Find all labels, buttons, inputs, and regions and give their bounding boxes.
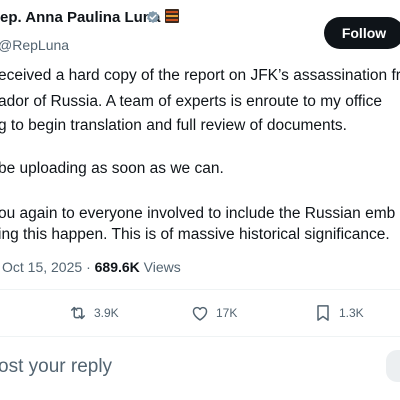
views-label: Views <box>143 259 181 275</box>
tweet-date[interactable]: Oct 15, 2025 <box>2 259 82 275</box>
tweet-text-line: eceived a hard copy of the report on JFK… <box>0 67 400 84</box>
like-button[interactable]: 17K <box>190 302 237 324</box>
follow-button[interactable]: Follow <box>324 17 400 49</box>
tweet-text-line: ador of Russia. A team of experts is enr… <box>0 93 382 110</box>
heart-icon <box>192 306 208 321</box>
tweet-text-line: ou again to everyone involved to include… <box>0 205 396 222</box>
flag-emoji-icon <box>165 9 179 23</box>
views-count[interactable]: 689.6K <box>95 259 140 275</box>
repost-button[interactable]: 3.9K <box>68 302 119 324</box>
handle-text: RepLuna <box>12 37 70 53</box>
bookmark-button[interactable]: 1.3K <box>313 302 364 324</box>
reply-button[interactable] <box>386 350 400 382</box>
repost-count: 3.9K <box>94 306 119 320</box>
bookmark-icon <box>317 305 329 321</box>
reply-input[interactable]: ost your reply <box>0 356 112 378</box>
tweet-meta: Oct 15, 2025 · 689.6K Views <box>2 259 181 275</box>
like-count: 17K <box>216 306 238 320</box>
handle-prefix: @ <box>0 37 12 53</box>
repost-icon <box>71 306 85 320</box>
tweet-text-line: g to begin translation and full review o… <box>0 117 347 134</box>
divider <box>0 289 400 290</box>
verified-badge-icon <box>147 11 159 23</box>
author-handle[interactable]: @RepLuna <box>0 37 69 53</box>
meta-separator: · <box>86 259 91 275</box>
bookmark-count: 1.3K <box>339 306 364 320</box>
author-name[interactable]: ep. Anna Paulina Luna <box>0 9 160 26</box>
tweet-text-line: be uploading as soon as we can. <box>0 160 224 177</box>
tweet-text-line: ing this happen. This is of massive hist… <box>0 226 390 243</box>
divider <box>0 336 400 337</box>
